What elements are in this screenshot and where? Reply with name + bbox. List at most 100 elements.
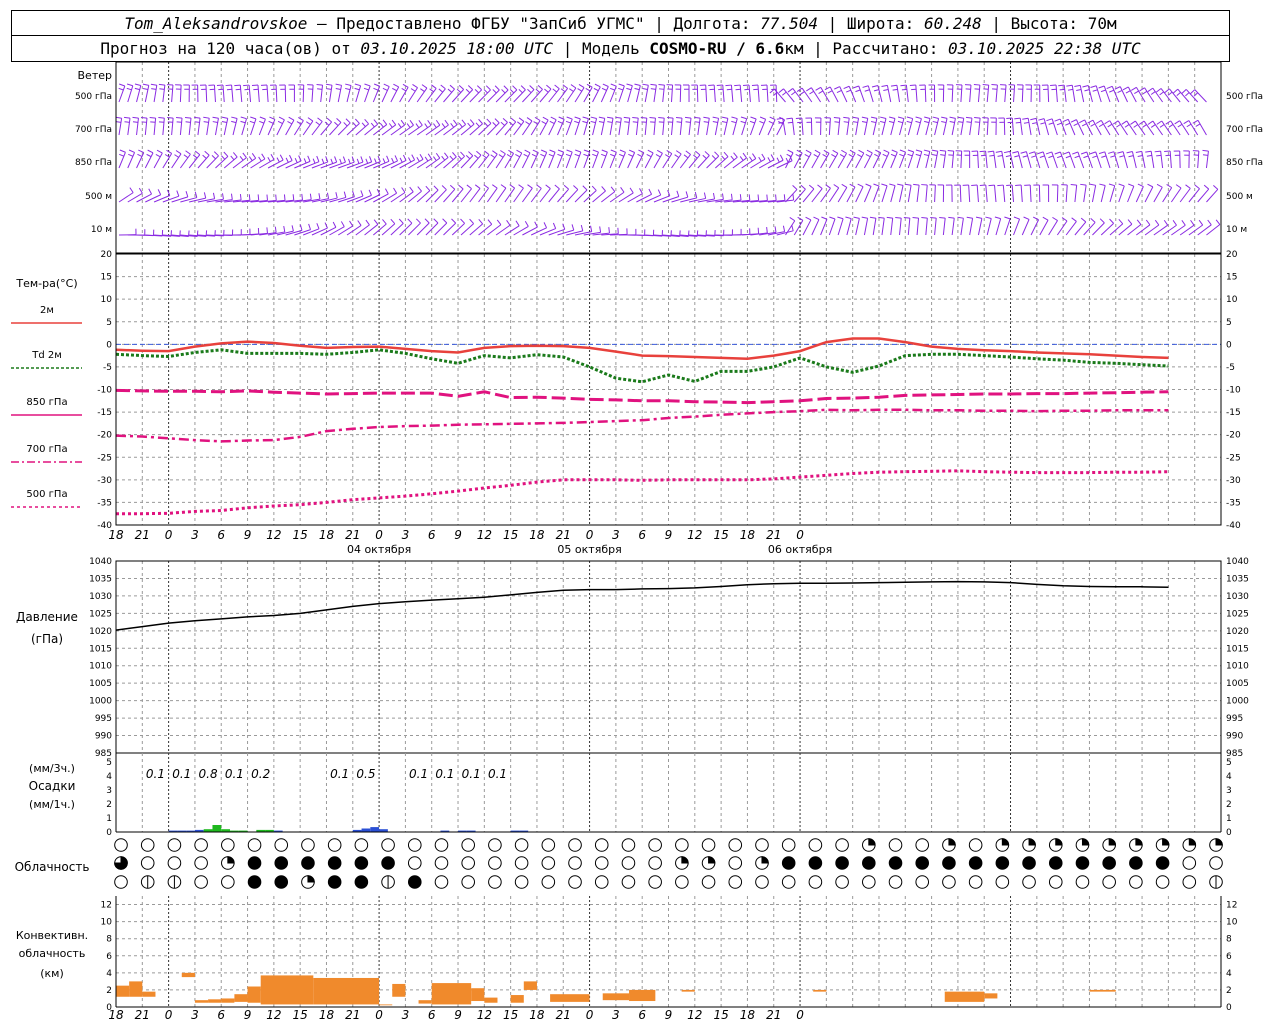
wind-barb [1051, 151, 1058, 169]
wind-barb [858, 85, 865, 103]
conv-cloud-block [1089, 989, 1116, 992]
precip-ytick-right: 0 [1226, 828, 1232, 838]
time-tick-mid: 9 [454, 528, 462, 542]
cloud-circle [835, 838, 849, 852]
wind-barb-flag [119, 153, 125, 157]
wind-barb-flag [995, 150, 1002, 153]
wind-barb [443, 124, 458, 136]
time-tick-mid: 9 [244, 528, 252, 542]
wind-barb-flag [988, 184, 995, 187]
wind-barb-flag [484, 150, 490, 156]
wind-barb-flag [610, 149, 617, 153]
wind-barb-flag [897, 183, 904, 186]
wind-barb-flag [915, 120, 921, 124]
cloud-circle [327, 838, 342, 852]
wind-barb [671, 85, 674, 103]
wind-barb-flag [592, 149, 599, 153]
temp-ytick-left: 5 [106, 318, 112, 328]
wind-barb-flag [512, 85, 518, 91]
wind-barb-flag [834, 121, 840, 123]
wind-barb [373, 193, 389, 203]
wind-barb-flag [416, 156, 420, 162]
wind-barb [425, 124, 441, 136]
wind-barb-flag [694, 191, 698, 198]
wind-barb-flag [862, 85, 869, 88]
cloud-circle [301, 856, 315, 870]
wind-barb-flag [369, 156, 373, 163]
wind-barb-flag [991, 84, 998, 86]
wind-barb-flag [676, 121, 682, 123]
wind-barb [714, 118, 720, 136]
wind-barb-flag [292, 194, 295, 201]
time-tick-mid: 3 [402, 528, 410, 542]
wind-barb-flag [363, 87, 369, 91]
wind-barb-flag [1059, 88, 1065, 91]
cloud-fill [227, 856, 235, 864]
precip-bar [212, 825, 222, 832]
wind-barb-flag [1076, 89, 1082, 92]
cloud-cover-symbol [968, 856, 983, 870]
cloud-cover-symbol [247, 838, 262, 852]
wind-barb [872, 185, 880, 203]
wind-barb-flag [749, 156, 753, 162]
wind-barb-flag [498, 154, 504, 158]
date-label-1: 05 октября [557, 543, 621, 556]
wind-barb-flag [619, 149, 626, 153]
conv-cloud-block [392, 983, 406, 997]
wind-barb-flag [458, 184, 464, 190]
precip-total-label: 0.1 [409, 767, 428, 781]
cloud-circle [1129, 856, 1143, 870]
cloud-cover-symbol [781, 856, 796, 870]
conv-ylabel-3: (км) [40, 967, 64, 980]
wind-barb [907, 118, 914, 136]
wind-barb-flag [294, 157, 298, 163]
cloud-fill [761, 856, 769, 864]
wind-barb-flag [1067, 88, 1073, 91]
wind-barb-flag [421, 84, 428, 89]
cloud-label: Облачность [15, 860, 90, 874]
wind-barb [592, 118, 598, 136]
wind-barb-flag [335, 88, 341, 90]
time-tick-bottom: 21 [345, 1008, 360, 1022]
temp-ytick-left: 0 [106, 340, 112, 350]
wind-barb-flag [492, 184, 498, 189]
cloud-cover-symbol [888, 856, 903, 870]
wind-barb-flag [865, 183, 872, 187]
wind-barb-flag [683, 154, 689, 159]
cloud-fill [1108, 838, 1116, 846]
precip-total-label: 0.1 [225, 767, 244, 781]
wind-barb-flag [827, 90, 833, 94]
wind-barb-flag [915, 153, 921, 157]
wind-barb-flag [897, 120, 903, 124]
wind-barb [1042, 151, 1050, 169]
wind-barb-flag [1063, 151, 1070, 155]
cloud-cover-symbol [1209, 875, 1223, 889]
wind-barb-flag [1062, 118, 1069, 123]
wind-barb-flag [356, 158, 360, 164]
wind-barb [986, 218, 992, 236]
wind-barb-flag [1070, 183, 1077, 186]
conv-cloud-block [602, 993, 630, 1001]
wind-barb [925, 118, 931, 136]
wind-barb-flag [275, 194, 277, 201]
wind-barb-flag [901, 88, 907, 91]
wind-barb-flag [1137, 155, 1143, 157]
conv-cloud-block [221, 998, 235, 1003]
wind-barb [653, 85, 657, 103]
cloud-cover-symbol [1209, 838, 1223, 852]
wind-barb [855, 186, 864, 203]
wind-barb-flag [546, 84, 552, 90]
wind-barb [977, 218, 983, 236]
wind-barb [723, 118, 729, 136]
wind-barb-flag [1159, 91, 1164, 96]
wind-barb-flag [373, 119, 379, 125]
wind-barb-flag [730, 193, 733, 200]
cloud-cover-symbol [968, 838, 983, 852]
wind-barb [1019, 118, 1023, 136]
cloud-cover-symbol [354, 856, 369, 870]
wind-barb [1030, 219, 1040, 236]
wind-barb-flag [892, 88, 898, 91]
wind-barb [1122, 151, 1129, 169]
wind-barb-flag [232, 152, 238, 158]
wind-barb [951, 151, 955, 169]
